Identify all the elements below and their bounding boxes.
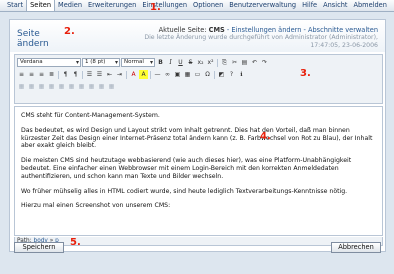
annotation-marker-3: 3. <box>300 68 311 79</box>
editor-paragraph: Hierzu mal einen Screenshot von unserem … <box>21 202 171 210</box>
menu-ansicht[interactable]: Ansicht <box>320 1 350 11</box>
undo-icon[interactable]: ↶ <box>250 58 259 67</box>
align-left-icon[interactable]: ≡ <box>17 70 26 79</box>
outdent-icon[interactable]: ⇤ <box>105 70 114 79</box>
text-color-icon[interactable]: A <box>129 70 138 79</box>
menu-medien[interactable]: Medien <box>55 1 85 11</box>
bold-icon[interactable]: B <box>156 58 165 67</box>
editor-toolbar: Verdana 1 (8 pt) Normal B I U S x₂ x² ⎘ … <box>14 54 383 104</box>
italic-icon[interactable]: I <box>166 58 175 67</box>
special-char-icon[interactable]: Ω <box>203 70 212 79</box>
superscript-icon[interactable]: x² <box>206 58 215 67</box>
media-icon[interactable]: ▭ <box>193 70 202 79</box>
toolbar-separator <box>126 70 127 79</box>
copy-icon[interactable]: ⎘ <box>220 58 229 67</box>
menu-optionen[interactable]: Optionen <box>190 1 226 11</box>
redo-icon[interactable]: ↷ <box>260 58 269 67</box>
ordered-list-icon[interactable]: ☰ <box>85 70 94 79</box>
toolbar-separator <box>150 70 151 79</box>
top-menu: Start Seiten Medien Erweiterungen Einste… <box>0 0 394 12</box>
menu-einstellungen[interactable]: Einstellungen <box>139 1 190 11</box>
menu-abmelden[interactable]: Abmelden <box>350 1 389 11</box>
table-split-icon[interactable]: ▦ <box>57 82 66 91</box>
link-icon[interactable]: ∞ <box>163 70 172 79</box>
subscript-icon[interactable]: x₂ <box>196 58 205 67</box>
toolbar-row-2: ≡ ≡ ≡ ≣ ¶ ¶ ☰ ☰ ⇤ ⇥ A A — ∞ ▣ ▦ ▭ Ω ◩ ? … <box>17 69 246 80</box>
size-select[interactable]: 1 (8 pt) <box>82 58 120 67</box>
last-change-info: Die letzte Änderung wurde durchgeführt v… <box>144 34 378 49</box>
current-page-label: Aktuelle Seite: <box>158 26 207 34</box>
editor-paragraph: Die meisten CMS sind heutzutage webbasie… <box>21 157 352 180</box>
unordered-list-icon[interactable]: ☰ <box>95 70 104 79</box>
rtl-icon[interactable]: ¶ <box>71 70 80 79</box>
toolbar-separator <box>58 70 59 79</box>
table-insert-col-icon[interactable]: ▦ <box>37 82 46 91</box>
cut-icon[interactable]: ✂ <box>230 58 239 67</box>
table-insert-row-icon[interactable]: ▦ <box>17 82 26 91</box>
highlight-color-icon[interactable]: A <box>139 70 148 79</box>
menu-hilfe[interactable]: Hilfe <box>299 1 320 11</box>
menu-benutzerverwaltung[interactable]: Benutzerverwaltung <box>226 1 299 11</box>
annotation-marker-1: 1. <box>150 2 161 13</box>
align-justify-icon[interactable]: ≣ <box>47 70 56 79</box>
toolbar-separator <box>214 70 215 79</box>
toolbar-separator <box>82 70 83 79</box>
row-props-icon[interactable]: ▦ <box>97 82 106 91</box>
current-page-name: CMS <box>208 26 225 34</box>
menu-seiten[interactable]: Seiten <box>26 0 56 11</box>
save-button[interactable]: Speichern <box>14 242 64 253</box>
indent-icon[interactable]: ⇥ <box>115 70 124 79</box>
editor-paragraph: Wo früher mühselig alles in HTML codiert… <box>21 187 348 195</box>
table-delete-icon[interactable]: ▦ <box>107 82 116 91</box>
table-icon[interactable]: ▦ <box>183 70 192 79</box>
table-props-icon[interactable]: ▦ <box>77 82 86 91</box>
annotation-marker-5: 5. <box>70 237 81 248</box>
toolbar-row-1: Verdana 1 (8 pt) Normal B I U S x₂ x² ⎘ … <box>17 57 269 68</box>
page-actions-links[interactable]: - Einstellungen ändern - Abschnitte verw… <box>227 26 378 34</box>
html-source-icon[interactable]: ◩ <box>217 70 226 79</box>
align-center-icon[interactable]: ≡ <box>27 70 36 79</box>
format-select[interactable]: Normal <box>121 58 155 67</box>
toolbar-row-3: ▦ ▦ ▦ ▦ ▦ ▦ ▦ ▦ ▦ ▦ <box>17 81 116 92</box>
underline-icon[interactable]: U <box>176 58 185 67</box>
annotation-marker-2: 2. <box>64 26 75 37</box>
table-delete-row-icon[interactable]: ▦ <box>27 82 36 91</box>
cancel-button[interactable]: Abbrechen <box>331 242 381 253</box>
table-delete-col-icon[interactable]: ▦ <box>47 82 56 91</box>
cell-props-icon[interactable]: ▦ <box>87 82 96 91</box>
toolbar-separator <box>217 58 218 67</box>
font-select[interactable]: Verdana <box>17 58 81 67</box>
editor-paragraph: CMS steht für Content-Management-System. <box>21 112 160 119</box>
info-icon[interactable]: ℹ <box>237 70 246 79</box>
help-icon[interactable]: ? <box>227 70 236 79</box>
page-title: Seite ändern <box>17 29 49 49</box>
current-page-info: Aktuelle Seite: CMS - Einstellungen ände… <box>159 26 378 34</box>
paste-icon[interactable]: ▤ <box>240 58 249 67</box>
content-editor[interactable]: CMS steht für Content-Management-System.… <box>14 106 383 236</box>
editor-paragraph: Das bedeutet, es wird Design und Layout … <box>21 126 373 150</box>
align-right-icon[interactable]: ≡ <box>37 70 46 79</box>
image-icon[interactable]: ▣ <box>173 70 182 79</box>
ltr-icon[interactable]: ¶ <box>61 70 70 79</box>
horizontal-rule-icon[interactable]: — <box>153 70 162 79</box>
strikethrough-icon[interactable]: S <box>186 58 195 67</box>
menu-start[interactable]: Start <box>4 1 26 11</box>
menu-erweiterungen[interactable]: Erweiterungen <box>85 1 139 11</box>
table-merge-icon[interactable]: ▦ <box>67 82 76 91</box>
page-edit-panel: Seite ändern Aktuelle Seite: CMS - Einst… <box>9 19 386 253</box>
annotation-marker-4: 4. <box>260 131 271 142</box>
